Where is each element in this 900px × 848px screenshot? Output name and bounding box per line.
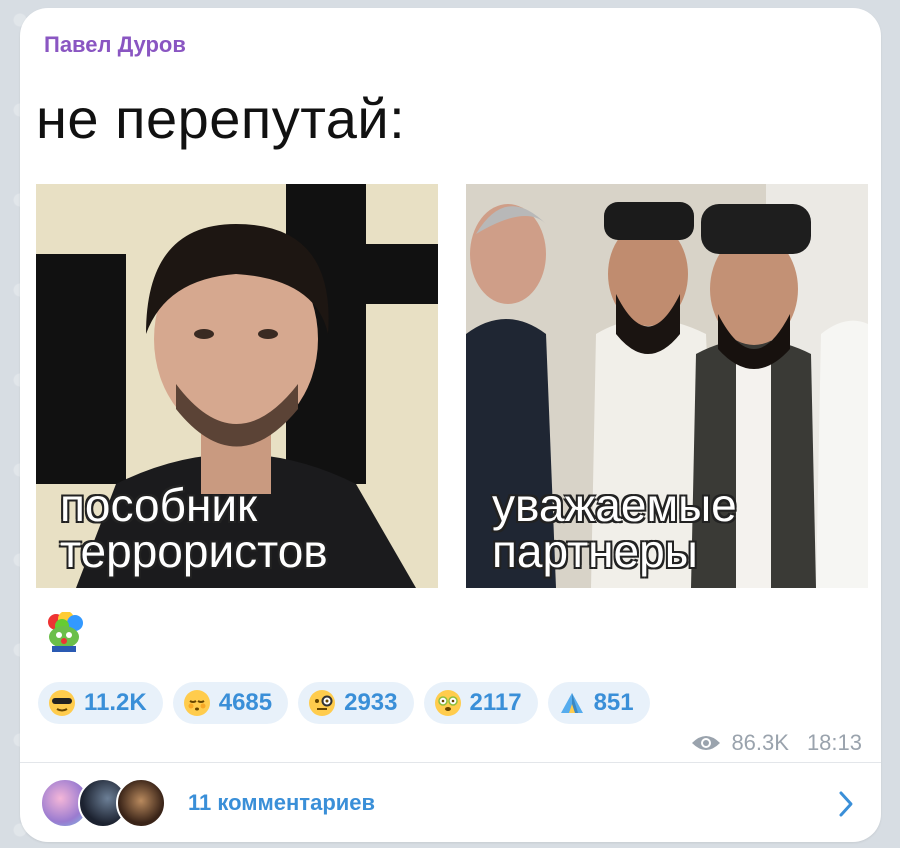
meme-image-right[interactable]: уважаемые партнеры xyxy=(466,184,868,588)
commenter-avatars xyxy=(40,778,190,828)
eye-icon xyxy=(692,736,721,750)
message-meta: 86.3K 18:13 xyxy=(691,730,862,756)
reaction-count: 2117 xyxy=(469,689,522,716)
reaction-count: 11.2K xyxy=(84,689,147,716)
view-count: 86.3K xyxy=(731,730,789,755)
meme-image-left[interactable]: пособник террористов xyxy=(36,184,438,588)
reaction-relieved[interactable]: 4685 xyxy=(172,682,289,724)
caption-line-1: уважаемые xyxy=(492,479,737,531)
cool-sunglasses-emoji xyxy=(49,690,75,716)
reactions-bar: 11.2K 4685 2933 2117 851 xyxy=(38,682,650,724)
reaction-count: 851 xyxy=(593,689,634,716)
caption-line-2: террористов xyxy=(60,525,328,577)
reaction-count: 2933 xyxy=(344,689,398,716)
clown-frog-icon[interactable] xyxy=(44,612,84,652)
reaction-dizzy[interactable]: 2117 xyxy=(423,682,538,724)
dizzy-face-emoji xyxy=(434,690,461,716)
caption-line-1: пособник xyxy=(60,479,258,531)
chevron-right-icon[interactable] xyxy=(837,790,855,818)
post-author[interactable]: Павел Дуров xyxy=(44,32,186,58)
relieved-blush-emoji xyxy=(183,690,210,716)
post-headline: не перепутай: xyxy=(36,87,406,150)
reaction-monocle[interactable]: 2933 xyxy=(298,682,414,724)
comments-divider xyxy=(20,762,881,763)
comments-row[interactable]: 11 комментариев xyxy=(20,764,881,842)
reaction-cool[interactable]: 11.2K xyxy=(38,682,163,724)
comments-count-link[interactable]: 11 комментариев xyxy=(188,790,375,816)
reaction-tent[interactable]: 851 xyxy=(547,682,650,724)
tent-emoji xyxy=(560,693,583,713)
monocle-face-emoji xyxy=(309,690,336,716)
avatar xyxy=(116,778,166,828)
caption-line-2: партнеры xyxy=(492,525,698,577)
reaction-count: 4685 xyxy=(218,689,273,716)
message-time: 18:13 xyxy=(806,730,862,755)
